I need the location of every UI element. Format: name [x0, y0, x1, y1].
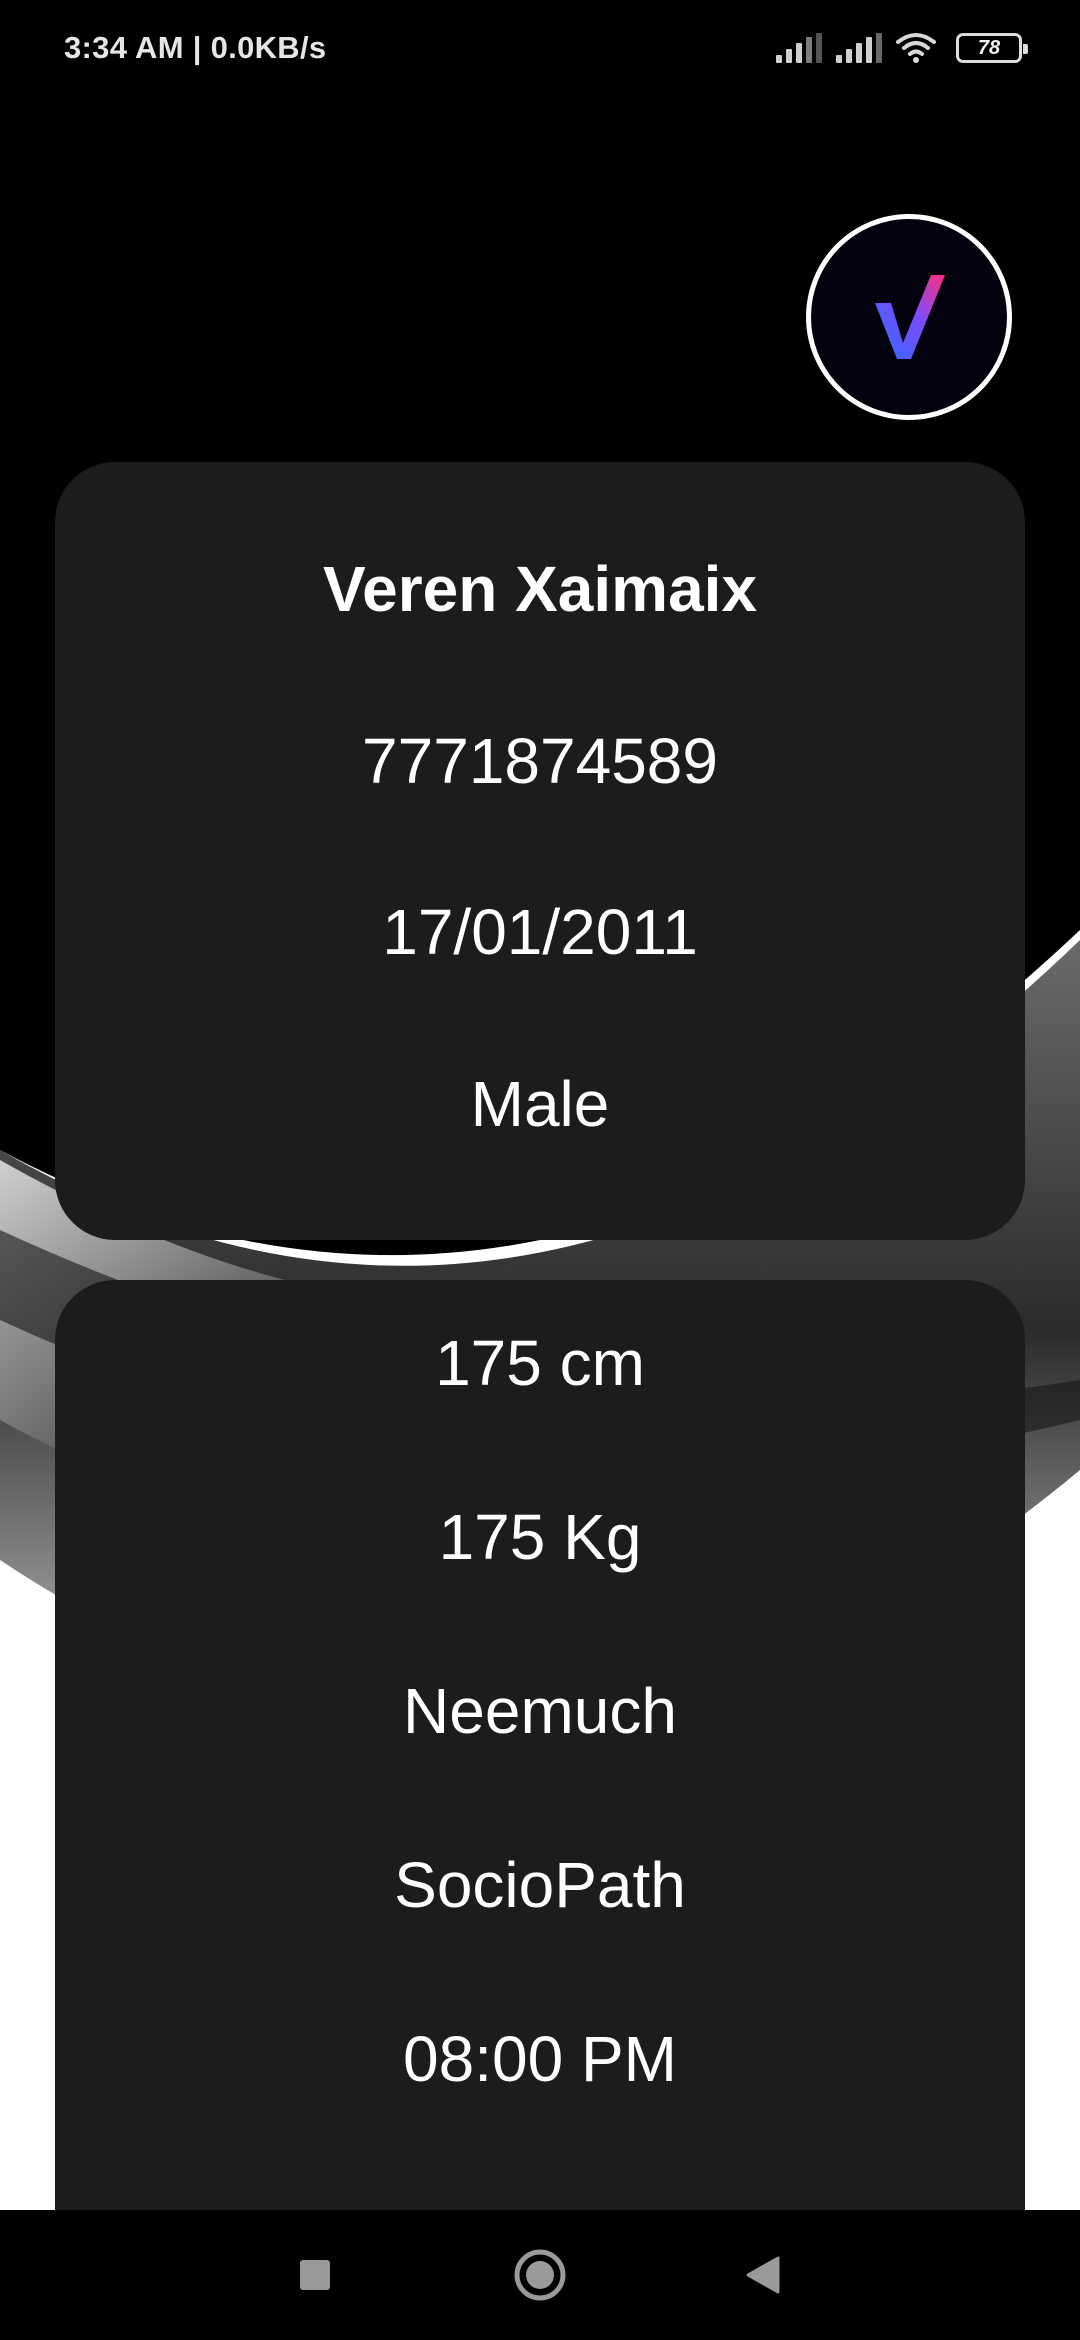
battery-level: 78 [977, 36, 1001, 59]
detail-height: 175 cm [435, 1327, 645, 1399]
profile-gender: Male [470, 1067, 610, 1140]
detail-trait: SocioPath [394, 1849, 686, 1921]
profile-dob: 17/01/2011 [382, 896, 698, 968]
v-logo-icon [875, 275, 945, 359]
signal-icon-2 [836, 33, 882, 63]
wifi-icon [896, 33, 936, 63]
battery-icon: 78 [956, 33, 1028, 63]
detail-time: 08:00 PM [403, 2023, 677, 2095]
profile-name: Veren Xaimaix [322, 553, 758, 625]
signal-icon-1 [776, 33, 822, 63]
recent-apps-button[interactable] [290, 2210, 340, 2340]
navigation-bar [0, 2210, 1080, 2340]
status-time-speed: 3:34 AM | 0.0KB/s [64, 30, 327, 65]
profile-phone: 7771874589 [362, 724, 718, 797]
profile-screen: 3:34 AM | 0.0KB/s 78 Veren Xaimaix 77718… [0, 0, 1080, 2340]
back-button[interactable] [738, 2210, 788, 2340]
avatar[interactable] [806, 214, 1012, 420]
circle-icon [514, 2249, 566, 2301]
detail-weight: 175 Kg [438, 1501, 642, 1573]
profile-card: Veren Xaimaix 7771874589 17/01/2011 Male [55, 462, 1025, 1240]
square-icon [300, 2260, 330, 2290]
details-card: 175 cm 175 Kg Neemuch SocioPath 08:00 PM [55, 1280, 1025, 2340]
status-bar: 3:34 AM | 0.0KB/s 78 [0, 0, 1080, 96]
detail-city: Neemuch [403, 1675, 677, 1747]
triangle-back-icon [746, 2256, 780, 2294]
status-icons: 78 [776, 32, 1028, 64]
home-button[interactable] [508, 2210, 572, 2340]
